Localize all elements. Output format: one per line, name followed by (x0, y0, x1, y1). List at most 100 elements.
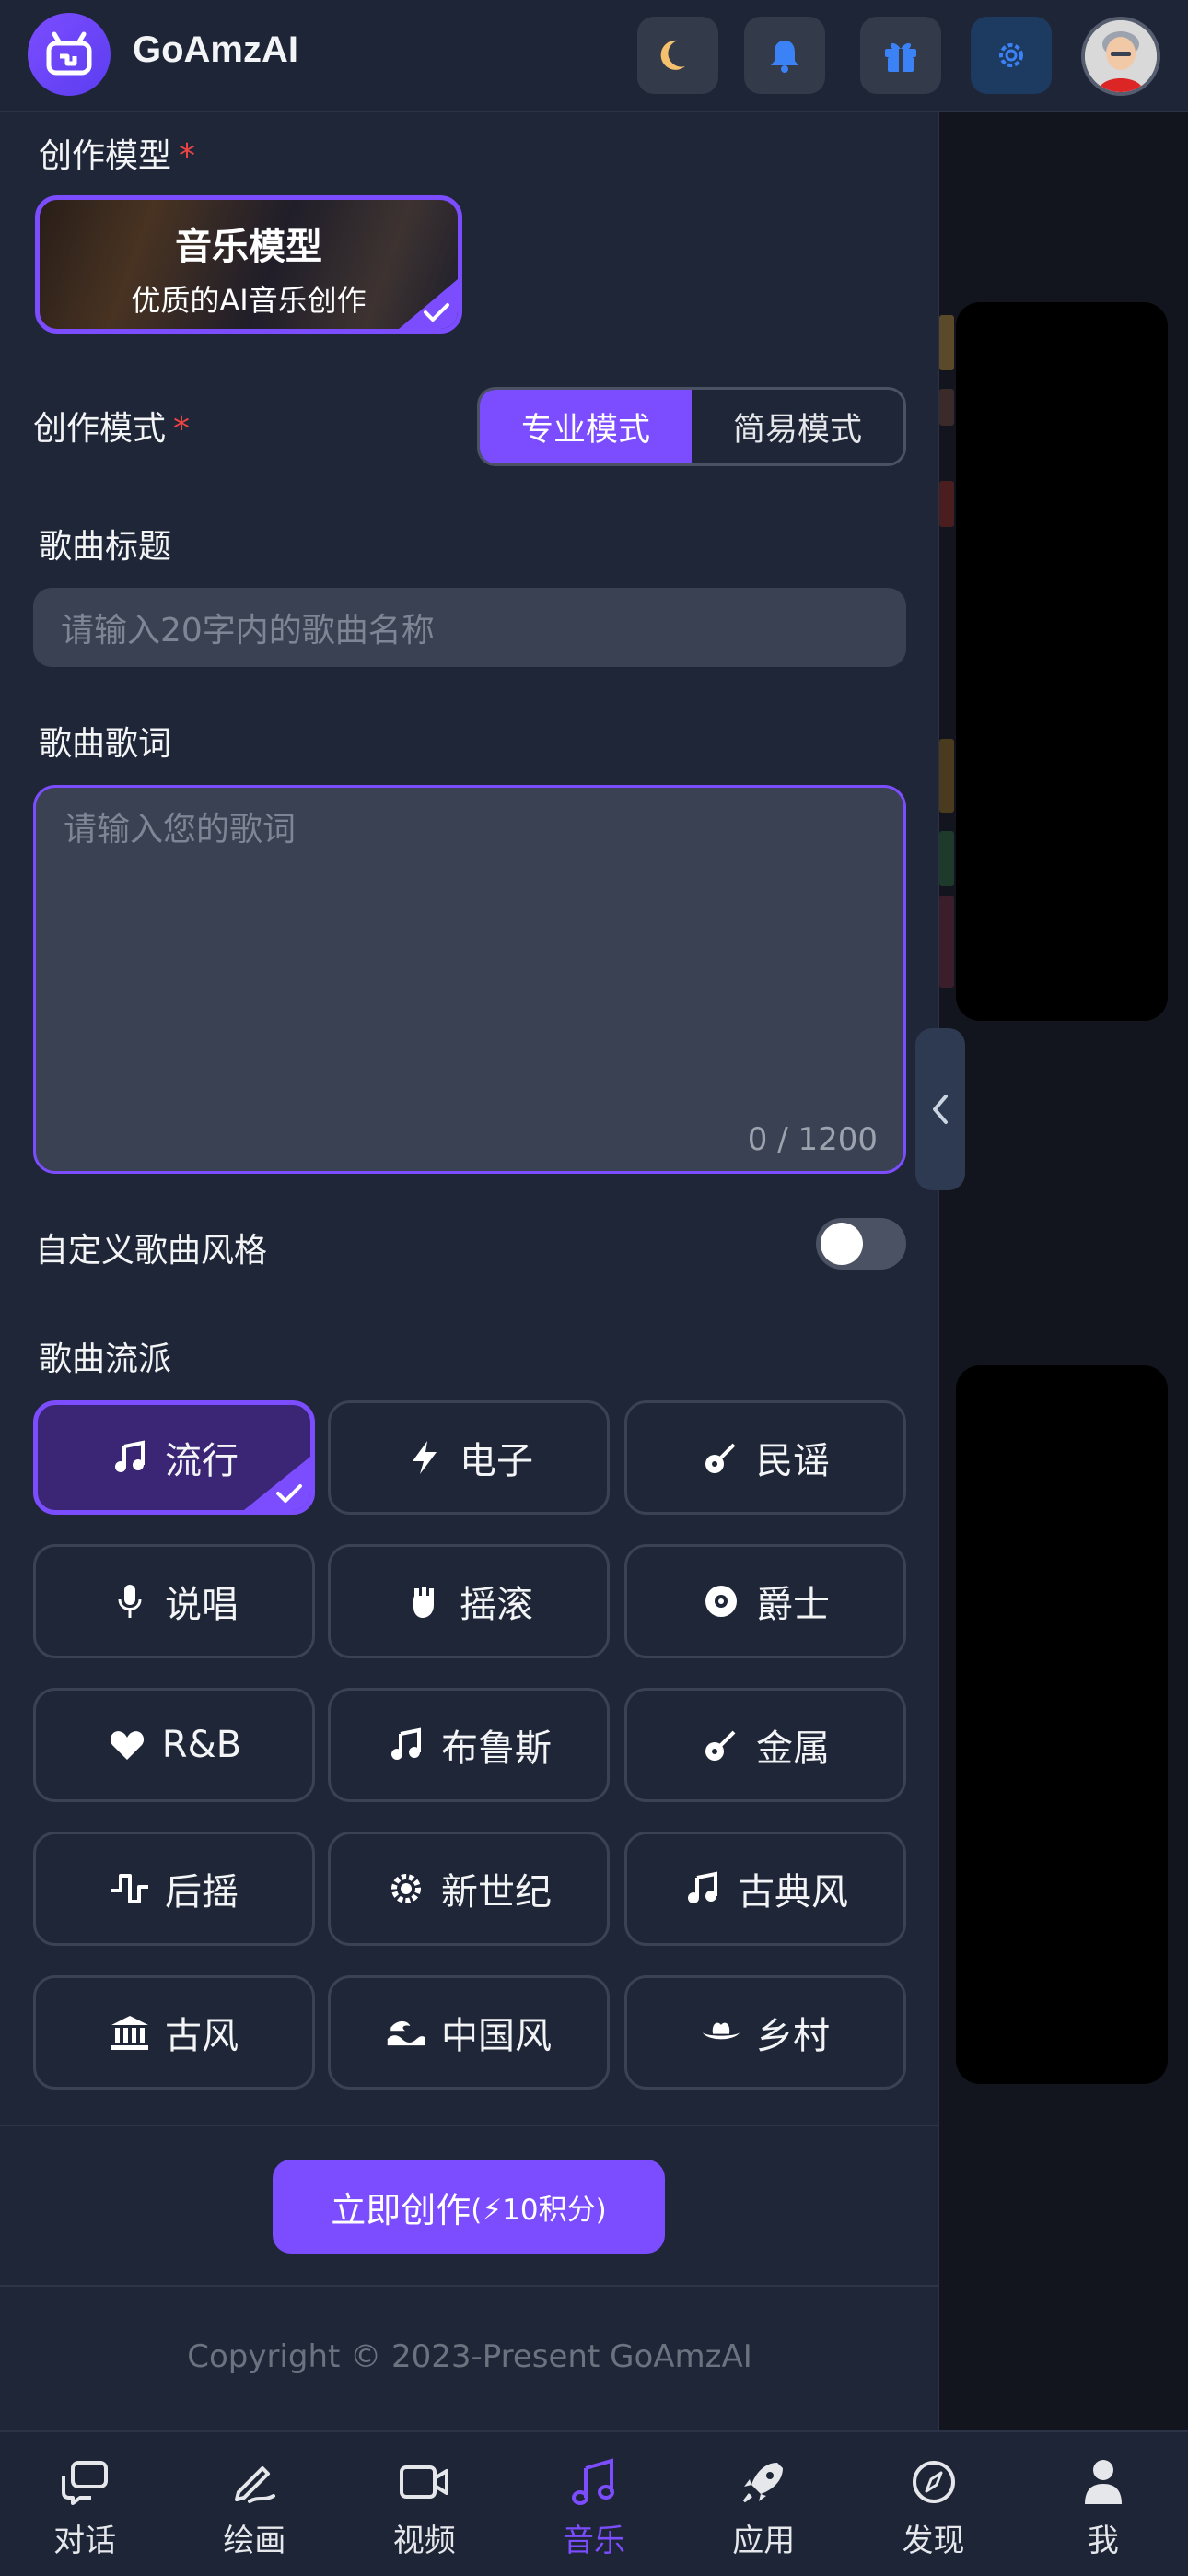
genre-classical-button[interactable]: 古典风 (624, 1832, 906, 1946)
nav-label: 绘画 (223, 2523, 286, 2559)
divider (0, 2285, 939, 2287)
gift-button[interactable] (860, 17, 941, 94)
background-strip (939, 389, 954, 426)
genre-chinese-style-button[interactable]: 中国风 (328, 1975, 610, 2090)
genre-metal-button[interactable]: 金属 (624, 1688, 906, 1802)
heart-icon (107, 1725, 147, 1765)
custom-style-label: 自定义歌曲风格 (35, 1232, 268, 1270)
mode-simple-button[interactable]: 简易模式 (692, 390, 903, 463)
mode-label: 创作模式 * (33, 410, 191, 448)
rock-hand-icon (404, 1581, 445, 1622)
compass-icon (906, 2454, 961, 2510)
custom-style-switch[interactable] (816, 1218, 906, 1270)
copyright-text: Copyright © 2023-Present GoAmzAI (187, 2338, 752, 2375)
logo-icon (46, 31, 92, 76)
genre-rock-button[interactable]: 摇滚 (328, 1544, 610, 1658)
mode-pro-button[interactable]: 专业模式 (480, 390, 692, 463)
settings-button[interactable] (971, 17, 1052, 94)
genre-label-text: R&B (161, 1724, 242, 1766)
genre-blues-button[interactable]: 布鲁斯 (328, 1688, 610, 1802)
background-overlay[interactable] (939, 112, 1188, 2430)
nav-label: 视频 (392, 2523, 456, 2559)
lyrics-char-count: 0 / 1200 (747, 1121, 878, 1158)
genre-label-text: 民谣 (756, 1440, 830, 1482)
gift-icon (885, 42, 916, 72)
song-title-input[interactable]: 请输入20字内的歌曲名称 (33, 588, 906, 667)
nav-label: 音乐 (562, 2523, 625, 2559)
nav-item-music[interactable]: 音乐 (509, 2432, 679, 2576)
background-strip (939, 896, 954, 988)
genre-pop-button[interactable]: 流行 (33, 1400, 315, 1515)
genre-label-text: 新世纪 (441, 1871, 552, 1914)
avatar[interactable] (1081, 17, 1160, 96)
genre-newage-button[interactable]: 新世纪 (328, 1832, 610, 1946)
lyrics-placeholder: 请输入您的歌词 (64, 811, 297, 849)
create-button-label: 立即创作 (331, 2189, 472, 2231)
music-note-icon (386, 1725, 426, 1765)
genre-country-button[interactable]: 乡村 (624, 1975, 906, 2090)
rocket-icon (736, 2454, 791, 2510)
guitar-icon (701, 1725, 741, 1765)
nav-label: 我 (1087, 2523, 1119, 2559)
bell-icon (771, 41, 798, 73)
collapse-panel-button[interactable] (915, 1028, 965, 1190)
divider (0, 2125, 939, 2126)
top-header: GoAmzAI (0, 0, 1188, 112)
bottom-nav: 对话 绘画 视频 音乐 应用 发现 我 (0, 2430, 1188, 2576)
switch-knob (821, 1223, 863, 1265)
nav-item-chat[interactable]: 对话 (0, 2432, 169, 2576)
background-strip (939, 315, 954, 370)
notification-button[interactable] (744, 17, 825, 94)
nav-item-draw[interactable]: 绘画 (169, 2432, 339, 2576)
cowboy-hat-icon (701, 2012, 741, 2053)
nav-label: 应用 (732, 2523, 796, 2559)
genre-label-text: 说唱 (165, 1584, 239, 1626)
music-model-card[interactable]: 音乐模型 优质的AI音乐创作 (35, 195, 462, 334)
required-mark: * (173, 410, 191, 448)
create-now-button[interactable]: 立即创作 (⚡10积分) (273, 2160, 665, 2254)
lyrics-textarea[interactable]: 请输入您的歌词 0 / 1200 (33, 785, 906, 1174)
nav-item-video[interactable]: 视频 (340, 2432, 509, 2576)
pen-icon (227, 2454, 282, 2510)
avatar-image (1085, 20, 1157, 92)
create-cost-label: (⚡10积分) (471, 2193, 607, 2227)
genre-rnb-button[interactable]: R&B (33, 1688, 315, 1802)
model-label: 创作模型 * (39, 137, 196, 175)
genre-label-text: 金属 (756, 1727, 830, 1770)
genre-electronic-button[interactable]: 电子 (328, 1400, 610, 1515)
nav-item-me[interactable]: 我 (1019, 2432, 1188, 2576)
model-card-subtitle: 优质的AI音乐创作 (131, 283, 367, 318)
nav-label: 发现 (902, 2523, 965, 2559)
genre-postrock-button[interactable]: 后摇 (33, 1832, 315, 1946)
genre-jazz-button[interactable]: 爵士 (624, 1544, 906, 1658)
bolt-icon (404, 1437, 445, 1478)
nav-item-discover[interactable]: 发现 (848, 2432, 1018, 2576)
genre-rap-button[interactable]: 说唱 (33, 1544, 315, 1658)
genre-label-text: 流行 (165, 1440, 239, 1482)
genre-label-text: 爵士 (756, 1584, 830, 1626)
genre-label-text: 古典风 (738, 1871, 848, 1914)
model-card-title: 音乐模型 (175, 226, 322, 268)
genre-label-text: 中国风 (441, 2015, 552, 2057)
music-create-panel: 创作模型 * 音乐模型 优质的AI音乐创作 创作模式 * 专业模式 简易模式 歌曲标… (0, 112, 939, 2430)
lyrics-label: 歌曲歌词 (39, 725, 172, 763)
video-icon (397, 2454, 452, 2510)
genre-ancient-style-button[interactable]: 古风 (33, 1975, 315, 2090)
genre-label-text: 乡村 (756, 2015, 830, 2057)
genre-label: 歌曲流派 (39, 1341, 172, 1378)
app-logo[interactable] (28, 13, 111, 96)
wave-icon (110, 1868, 150, 1909)
song-title-label: 歌曲标题 (39, 528, 172, 566)
music-note-icon (110, 1437, 150, 1478)
brand-name: GoAmzAI (133, 29, 298, 70)
chat-icon (57, 2454, 112, 2510)
user-icon (1076, 2454, 1131, 2510)
check-icon (276, 1484, 302, 1503)
nav-item-apps[interactable]: 应用 (679, 2432, 848, 2576)
nav-label: 对话 (53, 2523, 117, 2559)
genre-label-text: 后摇 (165, 1871, 239, 1914)
water-icon (386, 2012, 426, 2053)
theme-toggle-button[interactable] (637, 17, 718, 94)
genre-folk-button[interactable]: 民谣 (624, 1400, 906, 1515)
genre-label-text: 布鲁斯 (441, 1727, 552, 1770)
